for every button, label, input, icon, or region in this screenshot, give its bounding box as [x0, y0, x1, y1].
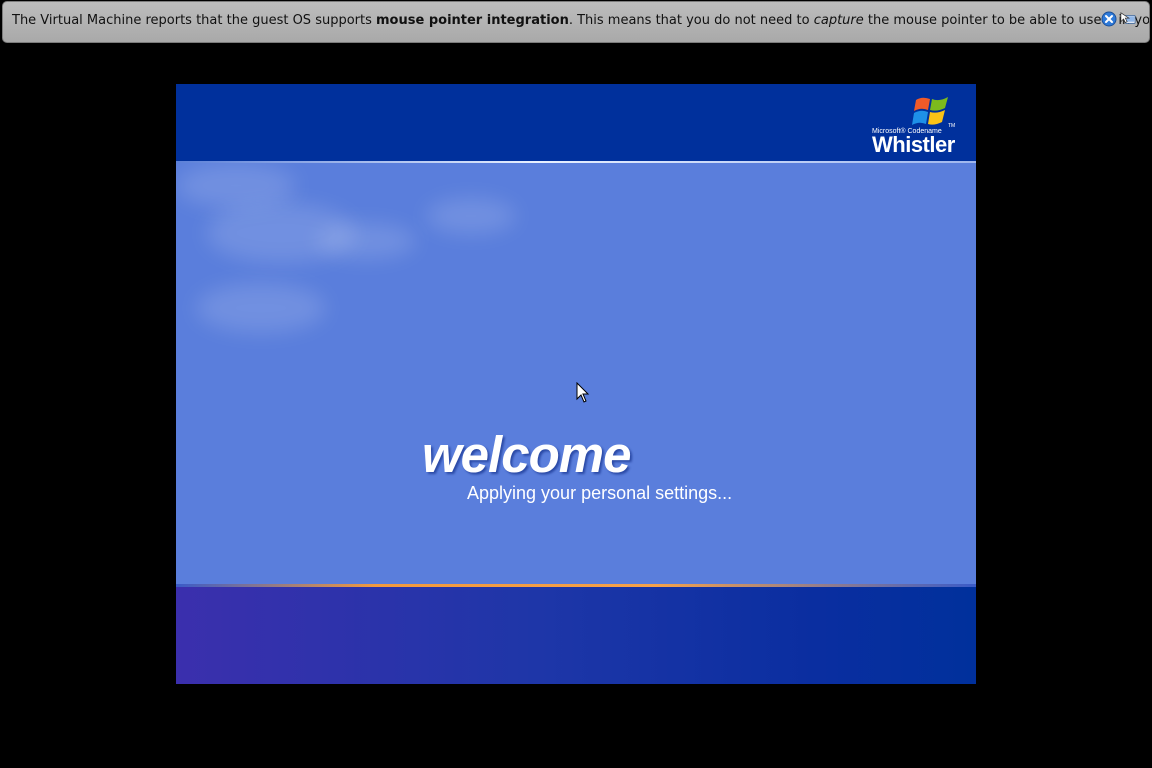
mouse-integration-notification: The Virtual Machine reports that the gue… — [2, 1, 1150, 43]
logo-tm-text: TM — [948, 123, 956, 129]
cloud-decoration — [426, 198, 516, 234]
cloud-decoration — [196, 283, 326, 333]
windows-flag-icon — [912, 97, 948, 125]
mouse-pointer-integration-icon — [1120, 12, 1136, 24]
mouse-cursor-icon — [576, 382, 590, 403]
cloud-decoration — [316, 223, 416, 259]
welcome-heading: welcome — [422, 426, 631, 483]
notification-text-before: The Virtual Machine reports that the gue… — [12, 13, 377, 28]
welcome-bottom-band — [176, 587, 976, 684]
welcome-top-band: Microsoft® Codename Whistler TM — [176, 84, 976, 161]
notification-text-middle: . This means that you do not need to — [568, 13, 814, 28]
notification-close-button[interactable] — [1101, 11, 1117, 27]
mouse-integration-button[interactable] — [1120, 11, 1136, 27]
close-icon — [1101, 11, 1117, 27]
status-message: Applying your personal settings... — [467, 483, 733, 503]
notification-italic-text: capture — [813, 13, 864, 28]
welcome-center-panel: welcome Applying your personal settings.… — [176, 163, 976, 584]
notification-bold-text: mouse pointer integration — [376, 13, 569, 28]
guest-display[interactable]: Microsoft® Codename Whistler TM welcome … — [176, 84, 976, 684]
notification-text: The Virtual Machine reports that the gue… — [12, 13, 1149, 28]
whistler-logo: Microsoft® Codename Whistler TM — [872, 94, 958, 157]
cloud-decoration — [176, 163, 296, 208]
logo-main-text: Whistler — [872, 132, 955, 157]
